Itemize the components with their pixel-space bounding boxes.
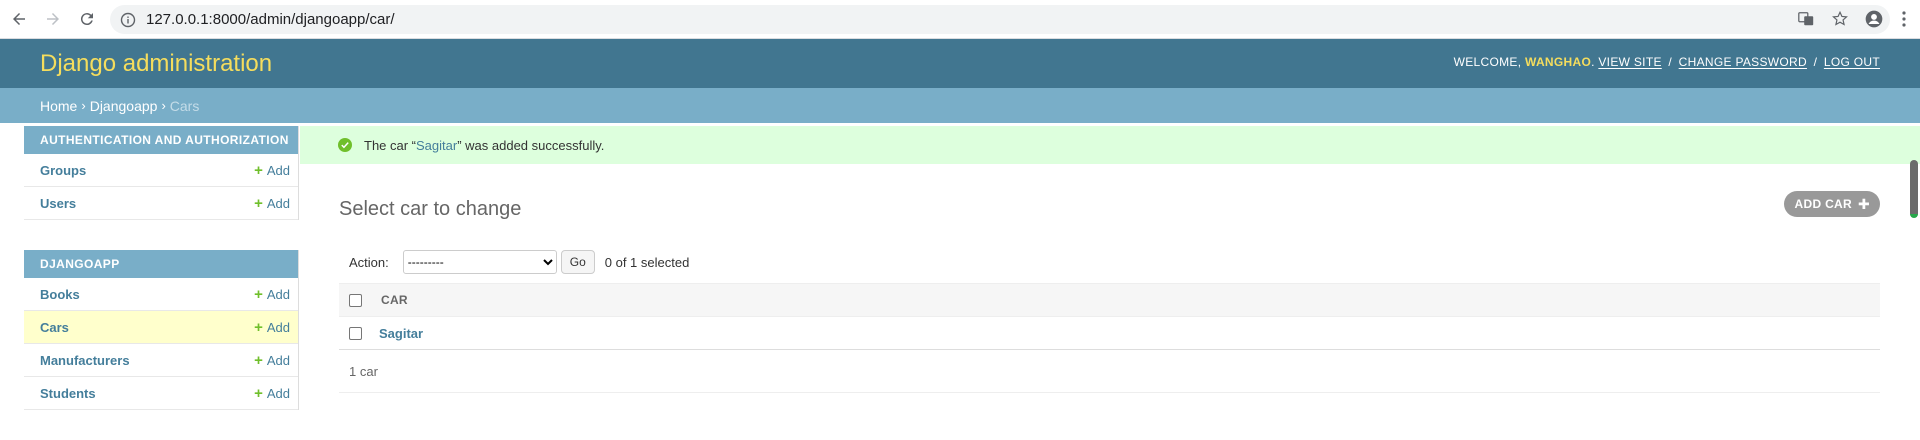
breadcrumb-home[interactable]: Home — [40, 98, 77, 114]
breadcrumb-separator: › — [81, 98, 86, 113]
plus-icon: + — [254, 318, 263, 336]
omnibox-actions — [1796, 9, 1884, 29]
separator: / — [1813, 55, 1818, 69]
breadcrumb-current: Cars — [169, 97, 200, 114]
content-main: Select car to change ADD CAR ✚ Action: -… — [339, 164, 1880, 393]
action-select[interactable]: --------- — [402, 250, 557, 274]
sidebar-item-label[interactable]: Cars — [40, 320, 69, 335]
paginator: 1 car — [339, 350, 1880, 393]
add-label[interactable]: Add — [267, 196, 290, 211]
success-message: The car “Sagitar” was added successfully… — [300, 126, 1920, 164]
profile-avatar-icon[interactable] — [1864, 9, 1884, 29]
add-car-button[interactable]: ADD CAR ✚ — [1783, 191, 1880, 217]
plus-icon: + — [254, 384, 263, 402]
sidebar-item-books: Books + Add — [24, 278, 298, 311]
add-label[interactable]: Add — [267, 386, 290, 401]
page-title: Select car to change — [339, 198, 522, 220]
translate-icon[interactable] — [1796, 9, 1816, 29]
table-row: Sagitar — [339, 317, 1880, 350]
row-link[interactable]: Sagitar — [379, 326, 423, 341]
sidebar-item-manufacturers: Manufacturers + Add — [24, 344, 298, 377]
table-header: CAR — [339, 284, 1880, 317]
result-list: CAR Sagitar — [339, 283, 1880, 350]
column-header-car[interactable]: CAR — [381, 293, 408, 307]
sidebar-item-groups: Groups + Add — [24, 154, 298, 187]
success-check-icon — [338, 138, 352, 152]
browser-menu-icon[interactable] — [1894, 9, 1914, 29]
sidebar-item-students: Students + Add — [24, 377, 298, 410]
user-tools: WELCOME, WANGHAO. VIEW SITE / CHANGE PAS… — [1453, 55, 1880, 69]
breadcrumb-separator: › — [161, 98, 166, 113]
message-prefix: The car “ — [364, 137, 417, 153]
module-djangoapp: DJANGOAPP Books + Add Cars + Add Manufactu… — [24, 250, 299, 410]
add-link[interactable]: + Add — [254, 319, 290, 336]
sidebar-item-label[interactable]: Books — [40, 287, 80, 302]
admin-header: Django administration WELCOME, WANGHAO. … — [0, 39, 1920, 88]
change-password-link[interactable]: CHANGE PASSWORD — [1679, 55, 1807, 69]
sidebar-item-label[interactable]: Manufacturers — [40, 353, 130, 368]
breadcrumb: Home › Djangoapp › Cars — [0, 88, 1920, 123]
row-checkbox[interactable] — [349, 326, 362, 340]
select-all-checkbox[interactable] — [349, 293, 362, 307]
sidebar-item-label[interactable]: Groups — [40, 163, 86, 178]
add-link[interactable]: + Add — [254, 195, 290, 212]
url-text[interactable]: 127.0.0.1:8000/admin/djangoapp/car/ — [146, 11, 395, 28]
add-label[interactable]: Add — [267, 320, 290, 335]
back-icon[interactable] — [4, 4, 34, 34]
go-button[interactable]: Go — [560, 250, 595, 274]
module-caption[interactable]: AUTHENTICATION AND AUTHORIZATION — [24, 126, 298, 154]
action-label: Action: — [349, 254, 389, 270]
plus-icon: ✚ — [1857, 195, 1870, 212]
sidebar-item-label[interactable]: Users — [40, 196, 76, 211]
nav-sidebar: AUTHENTICATION AND AUTHORIZATION Groups … — [24, 126, 299, 440]
view-site-link[interactable]: VIEW SITE — [1598, 55, 1661, 69]
plus-icon: + — [254, 351, 263, 369]
add-link[interactable]: + Add — [254, 352, 290, 369]
bookmark-star-icon[interactable] — [1830, 9, 1850, 29]
address-bar[interactable]: 127.0.0.1:8000/admin/djangoapp/car/ — [110, 5, 1890, 34]
message-object-link[interactable]: Sagitar — [416, 138, 457, 153]
separator: / — [1668, 55, 1673, 69]
reload-icon[interactable] — [72, 4, 102, 34]
site-branding[interactable]: Django administration — [40, 50, 272, 78]
forward-icon[interactable] — [38, 4, 68, 34]
add-link[interactable]: + Add — [254, 385, 290, 402]
message-suffix: ” was added successfully. — [457, 137, 605, 153]
plus-icon: + — [254, 194, 263, 212]
sidebar-item-label[interactable]: Students — [40, 386, 96, 401]
welcome-text: WELCOME, — [1453, 55, 1522, 69]
add-link[interactable]: + Add — [254, 286, 290, 303]
sidebar-item-users: Users + Add — [24, 187, 298, 220]
actions-bar: Action: --------- Go 0 of 1 selected — [339, 247, 1880, 277]
browser-toolbar: 127.0.0.1:8000/admin/djangoapp/car/ — [0, 0, 1920, 39]
plus-icon: + — [254, 285, 263, 303]
add-label[interactable]: Add — [267, 163, 290, 178]
sidebar-item-cars: Cars + Add — [24, 311, 298, 344]
add-car-label[interactable]: ADD CAR — [1795, 197, 1852, 211]
add-link[interactable]: + Add — [254, 162, 290, 179]
site-info-icon[interactable] — [120, 12, 136, 28]
selected-count: 0 of 1 selected — [604, 254, 690, 270]
breadcrumb-app[interactable]: Djangoapp — [90, 98, 158, 114]
module-caption[interactable]: DJANGOAPP — [24, 250, 298, 278]
scrollbar-thumb[interactable] — [1910, 160, 1918, 218]
username: WANGHAO — [1524, 55, 1592, 69]
message-text: The car “Sagitar” was added successfully… — [364, 138, 604, 153]
add-label[interactable]: Add — [267, 287, 290, 302]
module-auth: AUTHENTICATION AND AUTHORIZATION Groups … — [24, 126, 299, 220]
add-label[interactable]: Add — [267, 353, 290, 368]
log-out-link[interactable]: LOG OUT — [1824, 55, 1880, 69]
plus-icon: + — [254, 161, 263, 179]
